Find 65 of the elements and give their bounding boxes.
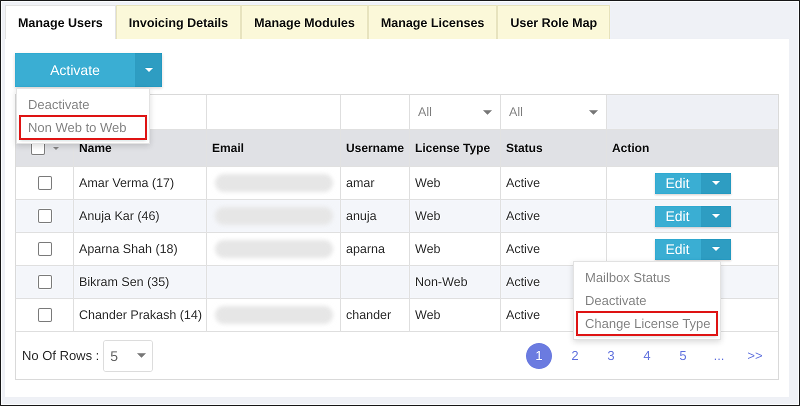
row-checkbox[interactable] — [38, 275, 52, 289]
table-cell: Active — [506, 176, 540, 190]
table-cell: Aparna Shah (18) — [79, 242, 178, 256]
tab[interactable]: Manage Licenses — [368, 5, 498, 39]
table-cell: Amar Verma (17) — [79, 176, 174, 190]
dropdown-toggle[interactable] — [135, 53, 162, 87]
table-cell: Bikram Sen (35) — [79, 275, 170, 289]
dropdown-toggle[interactable] — [700, 172, 730, 194]
page-link[interactable]: 3 — [598, 342, 624, 368]
dropdown-toggle[interactable] — [700, 206, 730, 226]
page-link[interactable]: >> — [742, 342, 768, 368]
menu-item[interactable]: Non Web to Web — [20, 116, 146, 139]
page-link[interactable]: 1 — [526, 342, 552, 368]
tab[interactable]: Invoicing Details — [116, 5, 242, 39]
table-cell: Active — [506, 308, 540, 322]
column-header: Status — [506, 141, 543, 155]
tab[interactable]: Manage Users — [5, 5, 116, 39]
table-cell: Web — [415, 176, 440, 190]
tab[interactable]: User Role Map — [497, 5, 610, 39]
table-cell: Web — [415, 242, 440, 256]
table-cell: aparna — [346, 242, 385, 256]
page-link[interactable]: 2 — [562, 342, 588, 368]
column-header: Name — [79, 141, 112, 155]
tab[interactable]: Manage Modules — [241, 5, 368, 39]
row-checkbox[interactable] — [38, 242, 52, 256]
page-link[interactable]: 5 — [670, 342, 696, 368]
edit-button[interactable]: Edit — [654, 172, 700, 194]
table-cell: Web — [415, 308, 440, 322]
edit-button[interactable]: Edit — [654, 206, 700, 226]
table-cell: Non-Web — [415, 275, 468, 289]
column-header: Action — [612, 141, 650, 155]
column-header: Email — [212, 141, 244, 155]
table-cell: Active — [506, 242, 540, 256]
menu-item[interactable]: Mailbox Status — [577, 266, 717, 289]
row-checkbox[interactable] — [38, 209, 52, 223]
caret-icon — [589, 110, 598, 114]
table-cell: Active — [506, 275, 540, 289]
table-cell: anuja — [346, 209, 377, 223]
row-checkbox[interactable] — [38, 308, 52, 322]
caret-icon — [712, 214, 720, 218]
rows-label: No Of Rows : — [22, 348, 100, 363]
row-checkbox[interactable] — [38, 176, 52, 190]
page-link[interactable]: ... — [706, 342, 732, 368]
caret-icon — [52, 146, 58, 150]
caret-icon — [144, 68, 152, 72]
table-cell: Chander Prakash (14) — [79, 308, 202, 322]
dropdown-toggle[interactable] — [700, 238, 730, 260]
caret-icon — [137, 353, 146, 358]
table-cell: Web — [415, 209, 440, 223]
caret-icon — [712, 181, 720, 185]
table-cell: chander — [346, 308, 392, 322]
caret-icon — [483, 110, 492, 114]
column-header: License Type — [415, 141, 490, 155]
menu-item[interactable]: Change License Type — [577, 312, 717, 335]
rows-select[interactable]: 5 — [103, 340, 154, 372]
activate-button[interactable]: Activate — [15, 53, 135, 87]
table-cell: Active — [506, 209, 540, 223]
menu-item[interactable]: Deactivate — [577, 289, 717, 312]
table-cell: amar — [346, 176, 374, 190]
caret-icon — [712, 247, 720, 251]
table-cell: Anuja Kar (46) — [79, 209, 160, 223]
column-header: Username — [346, 141, 404, 155]
edit-button[interactable]: Edit — [654, 238, 700, 260]
menu-item[interactable]: Deactivate — [20, 93, 146, 116]
page-link[interactable]: 4 — [634, 342, 660, 368]
